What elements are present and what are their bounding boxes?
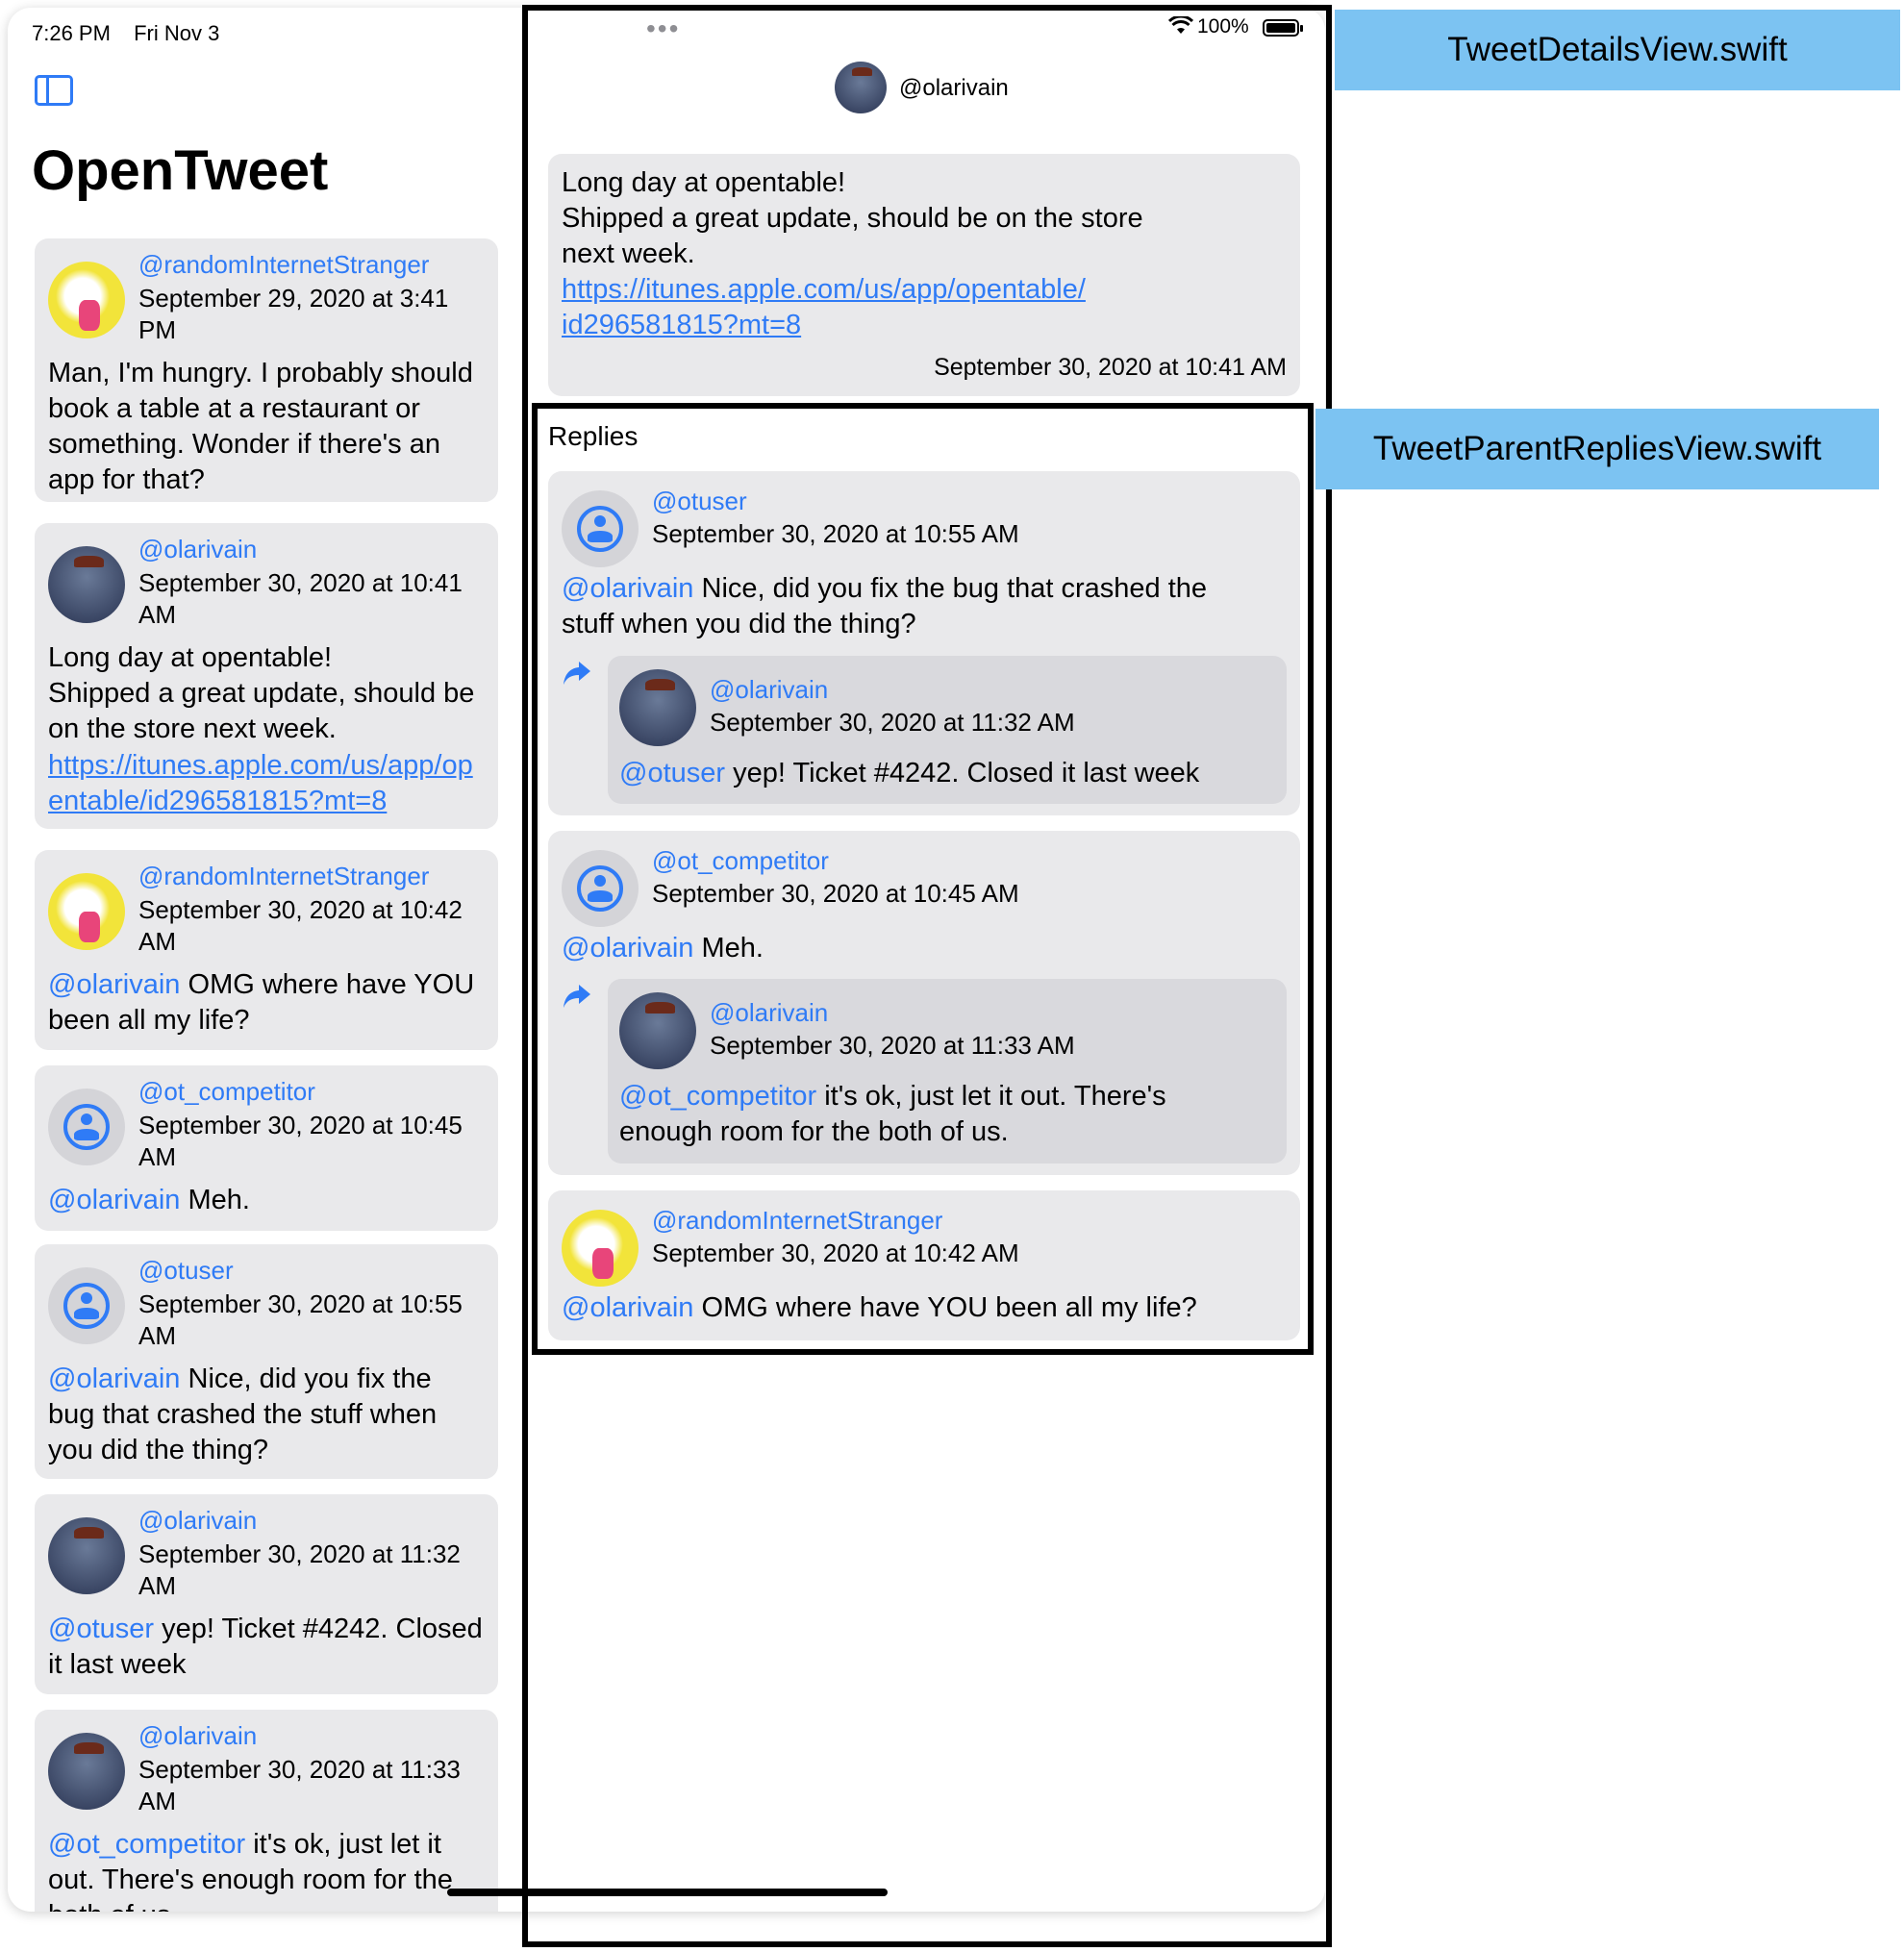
tweet-handle[interactable]: @olarivain (138, 1506, 257, 1536)
tweet-handle[interactable]: @olarivain (138, 535, 257, 564)
sidebar-toggle-icon[interactable] (35, 75, 73, 106)
details-view-outline (522, 5, 1332, 1947)
tweet-handle[interactable]: @randomInternetStranger (138, 862, 429, 891)
tweet-card[interactable]: @olarivain September 30, 2020 at 11:33 A… (35, 1710, 498, 1912)
tweet-handle[interactable]: @randomInternetStranger (138, 250, 429, 280)
tweet-link[interactable]: https://itunes.apple.com/us/app/opentabl… (48, 748, 486, 819)
tweet-body: @olarivain Meh. (48, 1183, 486, 1218)
status-bar-left: 7:26 PM Fri Nov 3 (32, 21, 237, 46)
tweet-date: September 30, 2020 at 10:55 AM (138, 1289, 463, 1350)
tweet-card[interactable]: @randomInternetStranger September 29, 20… (35, 238, 498, 502)
tweet-date: September 30, 2020 at 10:42 AM (138, 895, 463, 956)
tweet-card[interactable]: @randomInternetStranger September 30, 20… (35, 850, 498, 1050)
mention-link[interactable]: @olarivain (48, 1364, 180, 1394)
tweet-card[interactable]: @ot_competitor September 30, 2020 at 10:… (35, 1065, 498, 1231)
avatar (48, 1089, 125, 1165)
tweet-card[interactable]: @olarivain September 30, 2020 at 10:41 A… (35, 523, 498, 829)
tweet-body: @olarivain OMG where have YOU been all m… (48, 967, 486, 1039)
home-indicator[interactable] (447, 1889, 888, 1896)
tweet-card[interactable]: @otuser September 30, 2020 at 10:55 AM @… (35, 1244, 498, 1479)
mention-link[interactable]: @olarivain (48, 1185, 180, 1215)
tweet-card[interactable]: @olarivain September 30, 2020 at 11:32 A… (35, 1494, 498, 1694)
mention-link[interactable]: @otuser (48, 1614, 154, 1644)
avatar (48, 1267, 125, 1344)
avatar (48, 262, 125, 338)
tweet-handle[interactable]: @olarivain (138, 1721, 257, 1751)
status-date: Fri Nov 3 (134, 21, 220, 45)
tweet-text: Meh. (180, 1185, 250, 1215)
mention-link[interactable]: @olarivain (48, 969, 180, 1000)
avatar (48, 873, 125, 950)
details-view-label: TweetDetailsView.swift (1335, 10, 1900, 90)
avatar (48, 1733, 125, 1810)
tweet-date: September 30, 2020 at 11:33 AM (138, 1755, 461, 1815)
tweet-body: @ot_competitor it's ok, just let it out.… (48, 1827, 486, 1912)
mention-link[interactable]: @ot_competitor (48, 1829, 245, 1860)
app-title: OpenTweet (32, 139, 329, 202)
tweet-date: September 30, 2020 at 10:41 AM (138, 568, 463, 629)
avatar (48, 1517, 125, 1594)
tweet-handle[interactable]: @ot_competitor (138, 1077, 315, 1107)
status-time: 7:26 PM (32, 21, 111, 45)
tweet-date: September 30, 2020 at 11:32 AM (138, 1539, 461, 1600)
tweet-date: September 29, 2020 at 3:41 PM (138, 284, 449, 344)
tweet-body: Man, I'm hungry. I probably should book … (48, 358, 473, 495)
tweet-handle[interactable]: @otuser (138, 1256, 234, 1286)
tweet-date: September 30, 2020 at 10:45 AM (138, 1111, 463, 1171)
tweet-body: @olarivain Nice, did you fix the bug tha… (48, 1362, 486, 1468)
avatar (48, 546, 125, 623)
replies-view-label: TweetParentRepliesView.swift (1315, 409, 1879, 489)
tweet-body: @otuser yep! Ticket #4242. Closed it las… (48, 1612, 486, 1683)
tweet-body: Long day at opentable! Shipped a great u… (48, 642, 475, 744)
